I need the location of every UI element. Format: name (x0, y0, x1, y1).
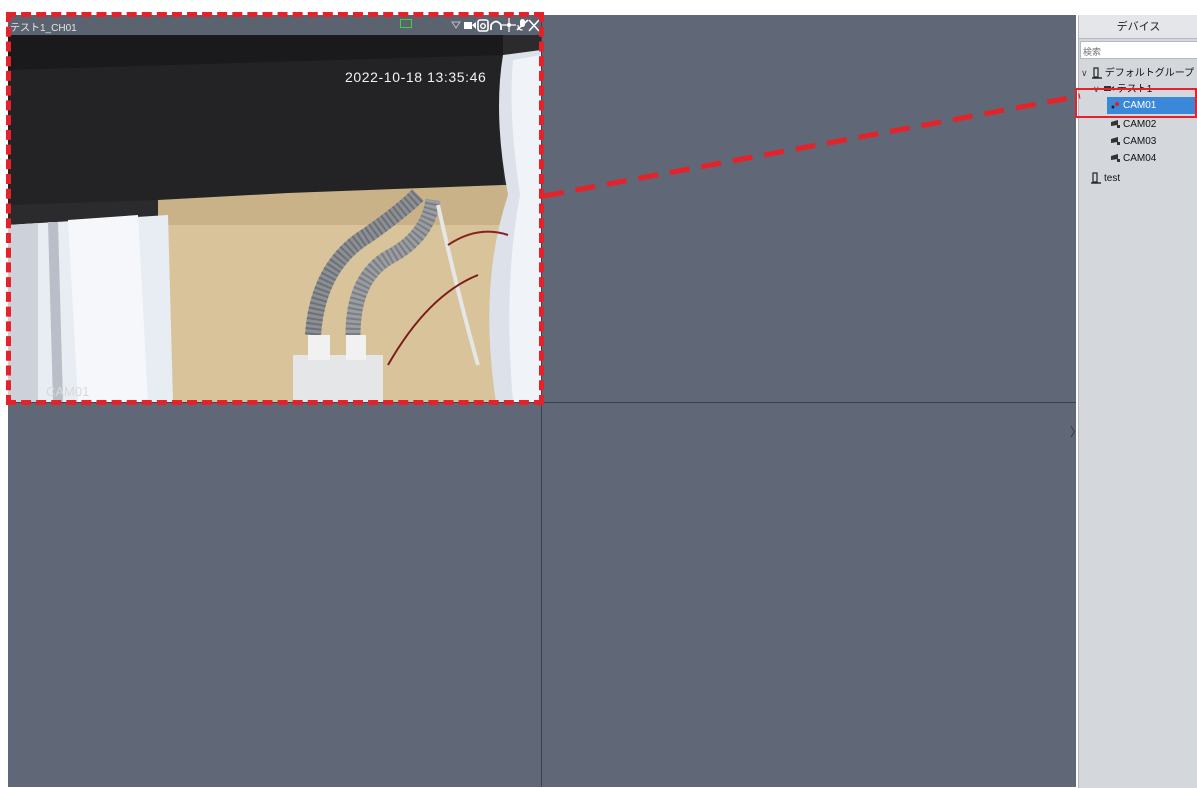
video-cell-2[interactable] (542, 15, 1076, 402)
stream-indicator-icon (400, 19, 412, 28)
tree-item-label: デフォルトグループ (1104, 68, 1195, 79)
grid-divider-horizontal (8, 402, 1076, 403)
chevron-down-icon[interactable]: ∨ (1093, 81, 1101, 98)
tree-item-label: CAM03 (1123, 136, 1157, 147)
tree-item-label: CAM01 (1123, 100, 1157, 111)
video-timestamp: 2022-10-18 13:35:46 (345, 69, 487, 85)
group-icon (1091, 172, 1101, 185)
tree-item-default-group[interactable]: ∨ デフォルトグループ (1081, 65, 1194, 82)
grid-divider-vertical (541, 15, 542, 787)
camera-icon (1111, 120, 1120, 129)
ptz-icon[interactable] (502, 17, 516, 33)
tree-item-label: テスト1 (1116, 84, 1153, 95)
device-search-input[interactable] (1081, 44, 1197, 60)
tree-item-label: CAM04 (1123, 153, 1157, 164)
tree-item-camera-3[interactable]: CAM03 (1111, 133, 1156, 150)
device-panel-header[interactable]: デバイス (1079, 15, 1197, 39)
tree-item-camera-4[interactable]: CAM04 (1111, 150, 1156, 167)
close-icon[interactable] (527, 17, 541, 33)
video-cell-1[interactable]: 2022-10-18 13:35:46 CAM01 テスト1_CH01 (8, 15, 541, 402)
snapshot-icon[interactable] (476, 17, 490, 33)
audio-icon[interactable] (489, 17, 503, 33)
tree-item-label: CAM02 (1123, 119, 1157, 130)
video-cell-titlebar: テスト1_CH01 (8, 15, 541, 35)
camera-icon (1111, 154, 1120, 163)
tree-item-camera-2[interactable]: CAM02 (1111, 116, 1156, 133)
group-icon (1091, 67, 1102, 80)
video-cell-3[interactable] (8, 403, 541, 787)
app-window: 2022-10-18 13:35:46 CAM01 テスト1_CH01 〉 デバ… (0, 0, 1197, 788)
camera-scene (8, 35, 541, 402)
dropdown-triangle-icon[interactable] (449, 17, 463, 33)
tree-item-test-group[interactable]: test (1091, 170, 1120, 187)
tree-item-camera-1[interactable]: CAM01 (1107, 97, 1197, 114)
record-icon[interactable] (463, 17, 477, 33)
camera-icon (1111, 137, 1120, 146)
tree-item-label: test (1104, 173, 1121, 184)
camera-feed[interactable]: 2022-10-18 13:35:46 CAM01 (8, 35, 541, 402)
video-cell-title: テスト1_CH01 (10, 23, 77, 34)
chevron-down-icon[interactable]: ∨ (1081, 65, 1089, 82)
video-camera-name-overlay: CAM01 (46, 384, 90, 399)
camera-icon (1111, 101, 1119, 109)
device-search[interactable] (1080, 41, 1197, 60)
device-icon (1103, 86, 1114, 92)
device-panel: デバイス ∨ デフォルトグループ ∨ テスト1 CAM01 CAM02 (1078, 15, 1197, 788)
video-cell-4[interactable] (542, 403, 1076, 787)
video-grid: 2022-10-18 13:35:46 CAM01 テスト1_CH01 (8, 15, 1076, 787)
tree-item-device[interactable]: ∨ テスト1 (1093, 81, 1152, 98)
